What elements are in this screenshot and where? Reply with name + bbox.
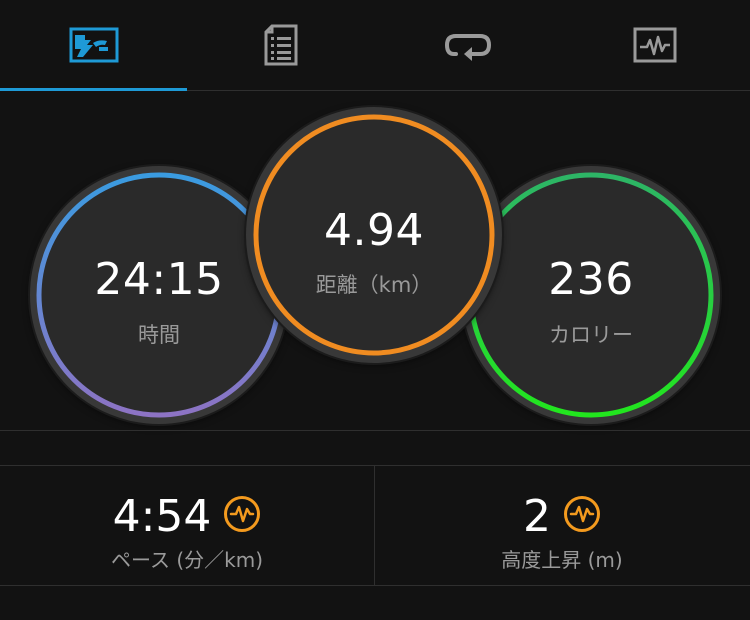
tab-charts[interactable] [561,0,748,90]
metrics-bottom-border [0,585,750,586]
metrics-vertical-divider [374,466,375,585]
heart-pulse-badge-icon [223,495,261,537]
activity-chart-icon [633,27,677,63]
tab-laps[interactable] [374,0,561,90]
section-divider [0,430,750,431]
tab-details[interactable] [187,0,374,90]
elevation-label: 高度上昇 (m) [501,548,623,572]
distance-label: 距離（km） [315,273,433,297]
heart-pulse-badge-icon [563,495,601,537]
pace-value: 4:54 [112,490,212,542]
summary-section: 24:15 時間 236 カロリー 4.94 距離（km） [0,91,750,430]
elevation-value: 2 [523,490,551,542]
distance-ring: 4.94 距離（km） [246,107,502,363]
document-list-icon [264,24,298,66]
tab-summary[interactable] [0,0,187,90]
pace-label: ペース (分／km) [110,548,264,572]
pace-metric[interactable]: 4:54 ペース (分／km) [0,466,374,585]
loop-arrow-icon [444,28,492,62]
metrics-row: 4:54 ペース (分／km) 2 高度上昇 (m) [0,466,750,585]
tab-bar [0,0,750,91]
activity-summary-screen: 24:15 時間 236 カロリー 4.94 距離（km） 4:54 ペース (… [0,0,750,620]
distance-value: 4.94 [324,205,424,256]
elevation-metric[interactable]: 2 高度上昇 (m) [375,466,749,585]
running-stats-icon [69,27,119,63]
